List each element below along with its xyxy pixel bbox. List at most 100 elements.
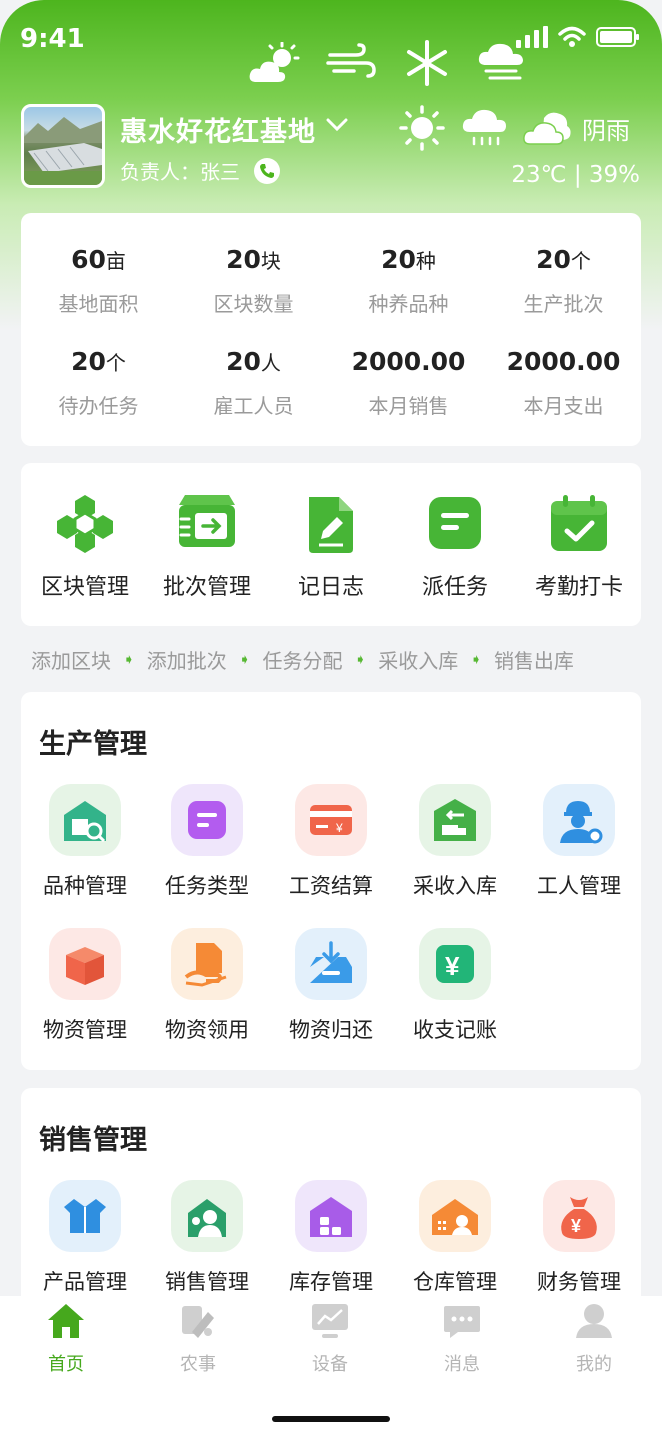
grid-item-label: 销售管理	[165, 1270, 249, 1294]
home-indicator	[272, 1416, 390, 1422]
grid-item-materials[interactable]: 物资管理	[23, 928, 147, 1044]
grid-item-material-return[interactable]: 物资归还	[269, 928, 393, 1044]
grid-item-label: 库存管理	[289, 1270, 373, 1294]
material-receive-icon	[171, 928, 243, 1000]
stat-value: 20	[226, 347, 261, 376]
grid-item-label: 任务类型	[165, 874, 249, 898]
grid-item-variety[interactable]: 品种管理	[23, 784, 147, 900]
stat-value: 20	[536, 245, 571, 274]
task-icon	[429, 497, 481, 549]
product-box-icon	[49, 1180, 121, 1252]
grid-item-salary[interactable]: ¥ 工资结算	[269, 784, 393, 900]
cloudy-icon	[523, 112, 571, 145]
manager-row: 负责人：张三	[120, 156, 280, 185]
stat-item[interactable]: 60亩 基地面积	[21, 245, 176, 317]
flow-step: 添加批次	[146, 649, 227, 673]
flow-step: 任务分配	[262, 649, 343, 673]
base-photo[interactable]	[21, 104, 105, 188]
stat-label: 本月销售	[368, 394, 449, 418]
grid-item-inventory[interactable]: 库存管理	[269, 1180, 393, 1296]
grid-item-label: 财务管理	[537, 1270, 621, 1294]
grid-item-warehouse[interactable]: 仓库管理	[393, 1180, 517, 1296]
stat-value: 20	[381, 245, 416, 274]
quick-action-attendance[interactable]: 考勤打卡	[517, 491, 641, 601]
tab-label: 首页	[48, 1354, 84, 1375]
quick-action-batch[interactable]: 批次管理	[145, 491, 269, 601]
farm-icon	[182, 1306, 214, 1338]
grid-item-label: 收支记账	[413, 1018, 497, 1042]
grid-item-product[interactable]: 产品管理	[23, 1180, 147, 1296]
snowflake-icon	[407, 40, 447, 86]
worker-icon	[543, 784, 615, 856]
task-type-icon	[171, 784, 243, 856]
stat-label: 区块数量	[213, 292, 294, 316]
stat-item[interactable]: 20块 区块数量	[176, 245, 331, 317]
rain-icon	[462, 109, 506, 146]
tab-messages[interactable]: 消息	[396, 1302, 528, 1376]
grid-item-harvest[interactable]: 采收入库	[393, 784, 517, 900]
salary-card-icon: ¥	[295, 784, 367, 856]
home-icon	[48, 1304, 84, 1338]
stat-item[interactable]: 20个 待办任务	[21, 347, 176, 419]
arrow-right-icon: ➧	[354, 651, 367, 668]
stat-item[interactable]: 20种 种养品种	[331, 245, 486, 317]
stat-item[interactable]: 20个 生产批次	[486, 245, 641, 317]
sun-icon	[399, 105, 445, 151]
flow-step: 采收入库	[378, 649, 459, 673]
quick-action-label: 记日志	[297, 575, 364, 600]
stats-card: 60亩 基地面积 20块 区块数量 20种 种养品种 20个 生产批次 20个 …	[21, 213, 641, 446]
tab-label: 消息	[444, 1354, 480, 1375]
tab-profile[interactable]: 我的	[528, 1302, 660, 1376]
grid-item-label: 物资管理	[43, 1018, 127, 1042]
wind-icon	[326, 43, 376, 78]
chevron-down-icon[interactable]	[326, 118, 348, 132]
calendar-check-icon	[551, 495, 607, 551]
stat-unit: 种	[415, 249, 436, 273]
tab-label: 农事	[180, 1354, 216, 1375]
tab-label: 我的	[576, 1354, 612, 1375]
grid-item-ledger[interactable]: ¥ 收支记账	[393, 928, 517, 1044]
quick-action-label: 批次管理	[162, 575, 251, 600]
profile-icon	[576, 1304, 612, 1338]
quick-action-log[interactable]: 记日志	[269, 491, 393, 601]
stat-label: 本月支出	[523, 394, 604, 418]
stat-value: 60	[71, 245, 106, 274]
manager-name: 负责人：张三	[120, 160, 240, 184]
flow-step: 添加区块	[31, 649, 111, 673]
production-management-card: 生产管理 品种管理 任务类型 ¥ 工资结算 采收入库 工人管理 物资管理 物资领…	[21, 692, 641, 1070]
stat-item[interactable]: 2000.00 本月支出	[486, 347, 641, 419]
stat-unit: 个	[570, 249, 591, 273]
grid-item-label: 采收入库	[413, 874, 497, 898]
phone-icon[interactable]	[254, 157, 280, 184]
grid-item-worker[interactable]: 工人管理	[517, 784, 641, 900]
base-name[interactable]: 惠水好花红基地	[120, 110, 316, 149]
wifi-icon	[558, 26, 586, 47]
log-edit-icon	[309, 497, 353, 553]
stat-item[interactable]: 20人 雇工人员	[176, 347, 331, 419]
grid-item-material-receive[interactable]: 物资领用	[145, 928, 269, 1044]
tab-farm[interactable]: 农事	[132, 1302, 264, 1376]
tab-device[interactable]: 设备	[264, 1302, 396, 1376]
tab-home[interactable]: 首页	[0, 1302, 132, 1376]
quick-action-blocks[interactable]: 区块管理	[23, 491, 147, 601]
grid-item-finance[interactable]: ¥ 财务管理	[517, 1180, 641, 1296]
batch-truck-icon	[179, 495, 235, 547]
arrow-right-icon: ➧	[470, 651, 482, 668]
inventory-house-icon	[295, 1180, 367, 1252]
rain-wind-icon	[478, 43, 523, 80]
stat-label: 种养品种	[368, 292, 449, 316]
grid-item-sales[interactable]: 销售管理	[145, 1180, 269, 1296]
bottom-tab-bar: 首页 农事 设备 消息 我的	[0, 1296, 662, 1435]
stat-unit: 个	[105, 351, 126, 375]
quick-action-task[interactable]: 派任务	[393, 491, 517, 601]
grid-item-label: 品种管理	[43, 874, 127, 898]
svg-text:¥: ¥	[445, 951, 460, 981]
sun-cloud-icon	[249, 42, 300, 82]
stat-item[interactable]: 2000.00 本月销售	[331, 347, 486, 419]
quick-action-label: 派任务	[421, 575, 488, 600]
variety-icon	[49, 784, 121, 856]
stat-value: 20	[71, 347, 106, 376]
section-title: 销售管理	[39, 1125, 147, 1156]
stat-label: 生产批次	[523, 292, 604, 316]
grid-item-task-type[interactable]: 任务类型	[145, 784, 269, 900]
